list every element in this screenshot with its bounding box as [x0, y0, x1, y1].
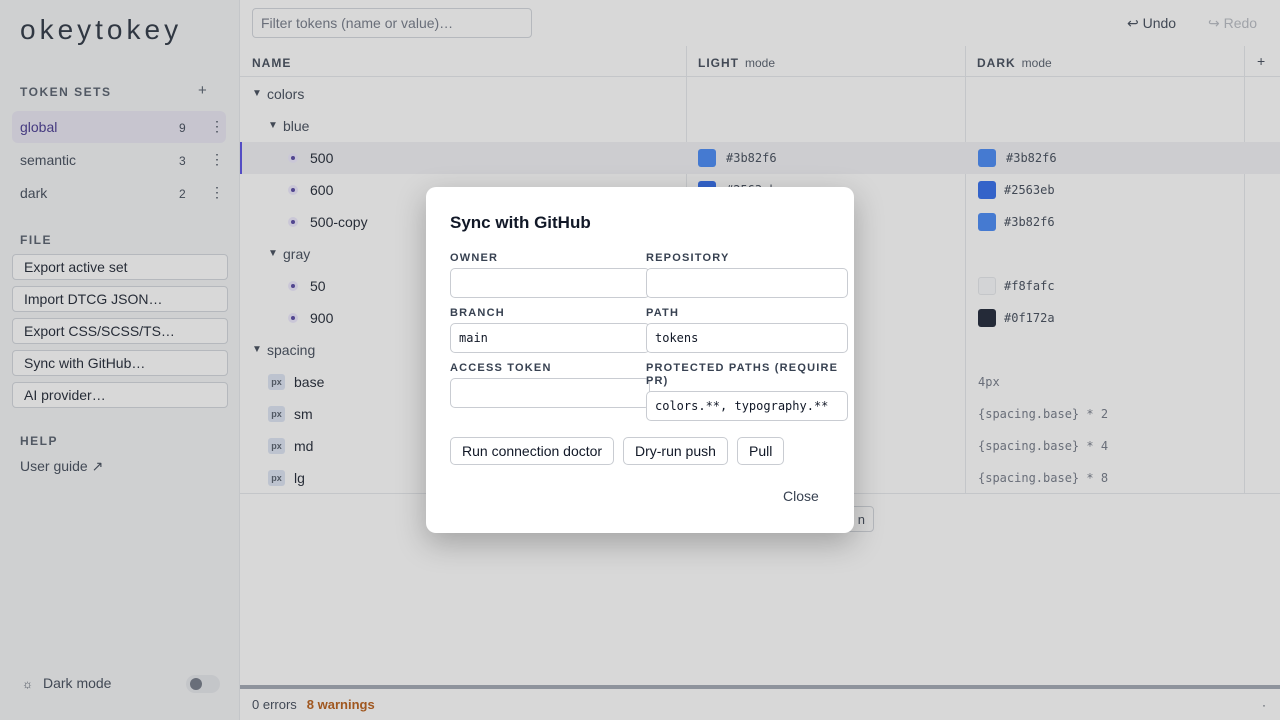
- connection-doctor-button[interactable]: Run connection doctor: [450, 437, 615, 465]
- pull-button[interactable]: Pull: [737, 437, 785, 465]
- repository-label: REPOSITORY: [646, 252, 730, 264]
- owner-label: OWNER: [450, 252, 499, 264]
- repository-field[interactable]: [646, 268, 848, 298]
- path-field[interactable]: tokens: [646, 323, 848, 353]
- access-token-label: ACCESS TOKEN: [450, 362, 552, 374]
- owner-field[interactable]: [450, 268, 650, 298]
- path-label: PATH: [646, 307, 680, 319]
- close-button[interactable]: Close: [783, 488, 819, 504]
- dry-run-push-button[interactable]: Dry-run push: [623, 437, 728, 465]
- access-token-field[interactable]: [450, 378, 650, 408]
- branch-label: BRANCH: [450, 307, 505, 319]
- branch-field[interactable]: main: [450, 323, 650, 353]
- dialog-title: Sync with GitHub: [450, 213, 591, 232]
- github-sync-dialog: Sync with GitHub OWNER REPOSITORY BRANCH…: [426, 187, 854, 533]
- protected-paths-label: PROTECTED PATHS (REQUIRE PR): [646, 362, 839, 387]
- protected-paths-field[interactable]: colors.**, typography.**: [646, 391, 848, 421]
